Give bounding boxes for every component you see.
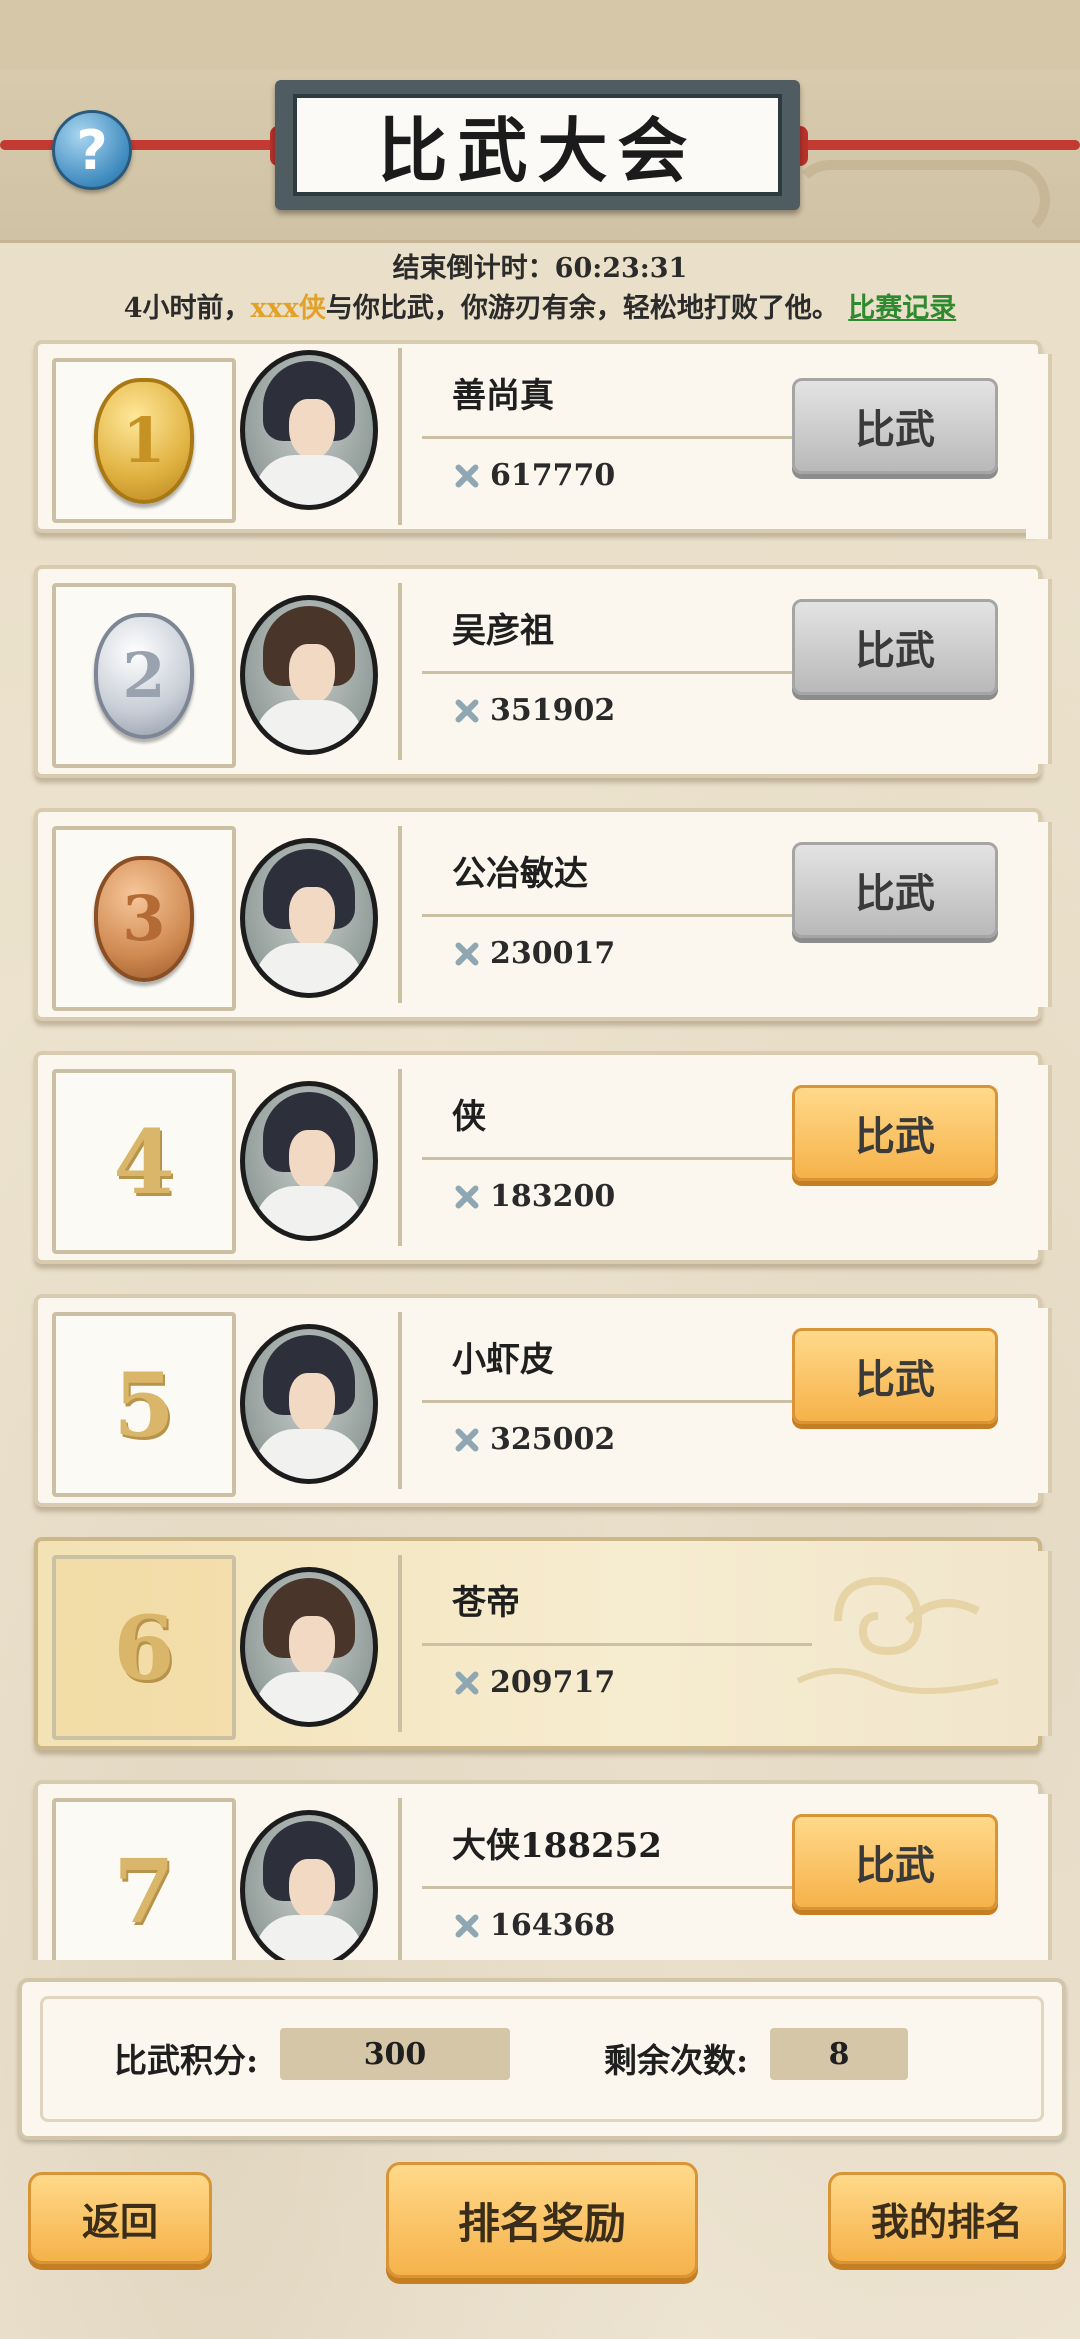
combat-power: 209717 <box>452 1665 615 1700</box>
list-item: 2 吴彦祖 351902 比武 <box>34 565 1052 778</box>
battle-notice: 4小时前，xxx侠与你比武，你游刃有余，轻松地打败了他。 比赛记录 <box>0 286 1080 325</box>
crossed-swords-icon <box>452 939 482 969</box>
help-button[interactable]: ? <box>52 110 132 190</box>
card-scroll-edge <box>1026 822 1052 1007</box>
combat-power: 351902 <box>452 693 615 728</box>
player-info: 苍帝 209717 <box>398 1555 812 1732</box>
page-title: 比武大会 <box>377 108 698 192</box>
challenge-button[interactable]: 比武 <box>792 1328 998 1424</box>
back-button[interactable]: 返回 <box>28 2172 212 2264</box>
crossed-swords-icon <box>452 1668 482 1698</box>
player-name: 公冶敏达 <box>452 854 588 894</box>
list-item-self: 6 苍帝 209717 <box>34 1537 1052 1750</box>
stats-panel: 比武积分: 300 剩余次数: 8 <box>18 1978 1066 2140</box>
player-info: 小虾皮 325002 <box>398 1312 812 1489</box>
card-scroll-edge <box>1026 354 1052 539</box>
challenge-button[interactable]: 比武 <box>792 1085 998 1181</box>
player-name: 大侠188252 <box>452 1826 662 1866</box>
list-item: 3 公冶敏达 230017 比武 <box>34 808 1052 1021</box>
player-name: 苍帝 <box>452 1583 520 1623</box>
my-rank-button[interactable]: 我的排名 <box>828 2172 1066 2264</box>
combat-power: 617770 <box>452 458 615 493</box>
challenge-button[interactable]: 比武 <box>792 599 998 695</box>
rank-box: 2 <box>52 583 236 768</box>
combat-power: 183200 <box>452 1179 615 1214</box>
notice-suffix: 与你比武，你游刃有余，轻松地打败了他。 <box>325 293 839 324</box>
countdown-value: 60:23:31 <box>554 253 688 284</box>
rank-box: 6 <box>52 1555 236 1740</box>
avatar <box>240 350 378 510</box>
avatar <box>240 595 378 755</box>
avatar <box>240 1324 378 1484</box>
notice-opponent: xxx侠 <box>250 293 326 324</box>
challenge-button[interactable]: 比武 <box>792 1814 998 1910</box>
crossed-swords-icon <box>452 1425 482 1455</box>
avatar <box>240 1081 378 1241</box>
rank-box: 5 <box>52 1312 236 1497</box>
combat-power: 230017 <box>452 936 615 971</box>
rank-number: 6 <box>113 1595 175 1700</box>
avatar <box>240 1567 378 1727</box>
player-info: 善尚真 617770 <box>398 348 812 525</box>
rank-box: 7 <box>52 1798 236 1960</box>
rank-number: 4 <box>113 1109 175 1214</box>
countdown-label: 结束倒计时： <box>392 253 555 284</box>
title-plate: 比武大会 <box>275 80 800 210</box>
card-scroll-edge <box>1026 1551 1052 1736</box>
red-rope-left <box>0 140 300 150</box>
list-item: 5 小虾皮 325002 比武 <box>34 1294 1052 1507</box>
rank-box: 1 <box>52 358 236 523</box>
player-name: 吴彦祖 <box>452 611 554 651</box>
gold-medal-icon: 1 <box>94 377 194 504</box>
challenge-button[interactable]: 比武 <box>792 842 998 938</box>
list-item: 4 侠 183200 比武 <box>34 1051 1052 1264</box>
combat-power: 325002 <box>452 1422 615 1457</box>
card-scroll-edge <box>1026 1794 1052 1960</box>
bronze-medal-icon: 3 <box>94 855 194 982</box>
countdown: 结束倒计时：60:23:31 <box>0 246 1080 285</box>
crossed-swords-icon <box>452 461 482 491</box>
match-record-link[interactable]: 比赛记录 <box>848 293 956 324</box>
player-info: 吴彦祖 351902 <box>398 583 812 760</box>
card-scroll-edge <box>1026 1308 1052 1493</box>
player-name: 善尚真 <box>452 376 554 416</box>
combat-power: 164368 <box>452 1908 615 1943</box>
player-info: 侠 183200 <box>398 1069 812 1246</box>
list-item: 1 善尚真 617770 比武 <box>34 340 1052 539</box>
crossed-swords-icon <box>452 1911 482 1941</box>
avatar <box>240 838 378 998</box>
ranking-list[interactable]: 1 善尚真 617770 比武 2 吴彦祖 351902 比武 3 公冶敏达 2… <box>0 340 1080 1960</box>
crossed-swords-icon <box>452 1182 482 1212</box>
question-icon: ? <box>76 118 108 182</box>
avatar <box>240 1810 378 1960</box>
remaining-value: 8 <box>770 2028 908 2080</box>
rank-reward-button[interactable]: 排名奖励 <box>386 2162 698 2278</box>
cloud-pattern-icon <box>796 1576 999 1694</box>
score-value: 300 <box>280 2028 510 2080</box>
player-name: 侠 <box>452 1097 486 1137</box>
player-info: 大侠188252 164368 <box>398 1798 812 1960</box>
challenge-button[interactable]: 比武 <box>792 378 998 474</box>
red-rope-right <box>780 140 1080 150</box>
rank-number: 5 <box>113 1352 175 1457</box>
crossed-swords-icon <box>452 696 482 726</box>
player-name: 小虾皮 <box>452 1340 554 1380</box>
player-info: 公冶敏达 230017 <box>398 826 812 1003</box>
score-label: 比武积分: <box>114 2041 259 2080</box>
card-scroll-edge <box>1026 579 1052 764</box>
rank-box: 4 <box>52 1069 236 1254</box>
list-item: 7 大侠188252 164368 比武 <box>34 1780 1052 1960</box>
notice-prefix: 4小时前， <box>123 293 251 324</box>
rank-box: 3 <box>52 826 236 1011</box>
card-scroll-edge <box>1026 1065 1052 1250</box>
remaining-label: 剩余次数: <box>604 2041 749 2080</box>
silver-medal-icon: 2 <box>94 612 194 739</box>
rank-number: 7 <box>113 1838 175 1943</box>
